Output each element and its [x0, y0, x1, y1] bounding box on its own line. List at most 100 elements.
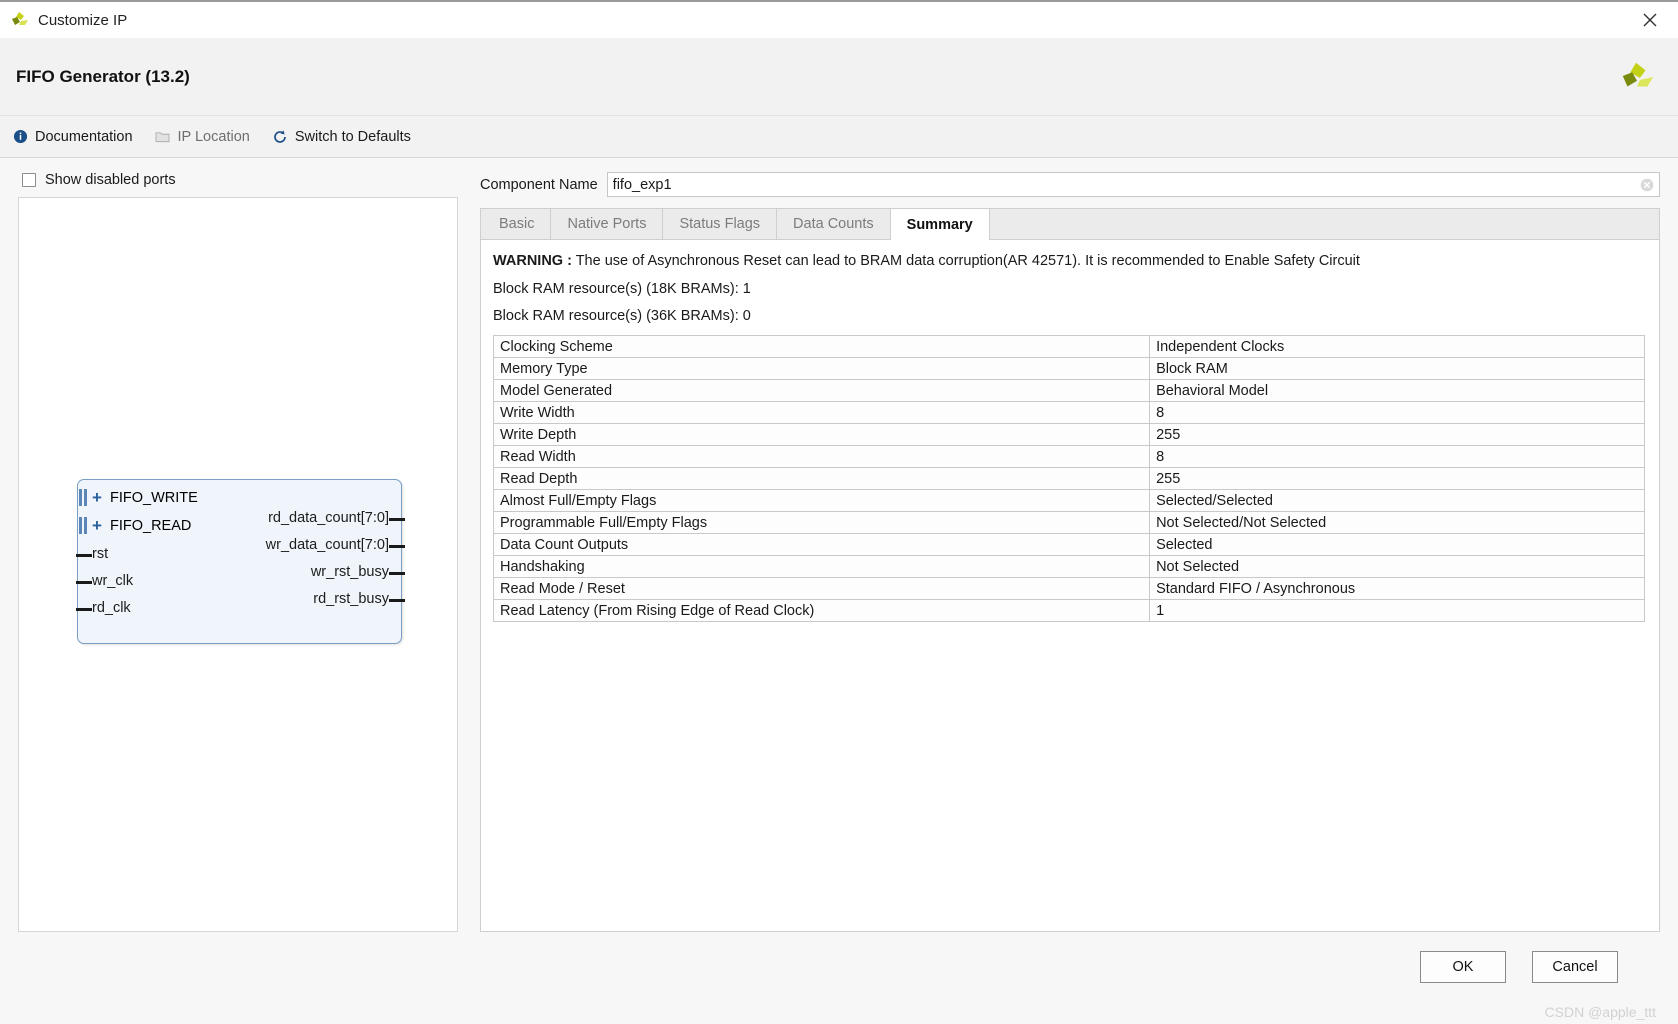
output-port-label: wr_data_count[7:0] [265, 537, 389, 553]
table-row: Programmable Full/Empty Flags Not Select… [492, 511, 1645, 535]
tab-data-counts[interactable]: Data Counts [777, 209, 891, 239]
summary-key: Model Generated [492, 379, 1151, 403]
output-port-wr-rst-busy: wr_rst_busy [311, 564, 405, 580]
cancel-button[interactable]: Cancel [1532, 951, 1618, 983]
component-name-label: Component Name [480, 176, 598, 193]
summary-key: Read Width [492, 445, 1151, 469]
bus-port-fifo-read[interactable]: + FIFO_READ [79, 517, 192, 534]
show-disabled-ports-label: Show disabled ports [45, 172, 176, 188]
table-row: Clocking Scheme Independent Clocks [492, 335, 1645, 359]
checkbox-box [22, 173, 36, 187]
summary-value: Independent Clocks [1149, 335, 1645, 359]
summary-table: Clocking Scheme Independent Clocks Memor… [492, 335, 1645, 623]
summary-key: Write Depth [492, 423, 1151, 447]
summary-value: 1 [1149, 599, 1645, 623]
show-disabled-ports-checkbox[interactable]: Show disabled ports [18, 172, 458, 188]
input-port-label: rst [92, 546, 109, 562]
customize-ip-dialog: Customize IP FIFO Generator (13.2) Docum… [0, 0, 1678, 1024]
folder-icon [155, 129, 171, 145]
ip-header: FIFO Generator (13.2) [0, 38, 1678, 116]
tab-basic[interactable]: Basic [483, 209, 552, 239]
bus-port-label: FIFO_WRITE [110, 489, 198, 506]
close-icon[interactable] [1630, 2, 1670, 38]
table-row: Read Latency (From Rising Edge of Read C… [492, 599, 1645, 623]
table-row: Memory Type Block RAM [492, 357, 1645, 381]
pin-stub [76, 581, 92, 584]
expand-plus-icon[interactable]: + [92, 489, 105, 506]
summary-key: Clocking Scheme [492, 335, 1151, 359]
summary-value: Selected [1149, 533, 1645, 557]
summary-value: Block RAM [1149, 357, 1645, 381]
bus-port-fifo-write[interactable]: + FIFO_WRITE [79, 489, 198, 506]
warning-prefix: WARNING : [493, 253, 572, 269]
output-port-rd-data-count: rd_data_count[7:0] [268, 510, 405, 526]
input-port-label: wr_clk [92, 573, 134, 589]
summary-value: 255 [1149, 423, 1645, 447]
tab-native-ports[interactable]: Native Ports [551, 209, 664, 239]
table-row: Data Count Outputs Selected [492, 533, 1645, 557]
input-port-wr-clk: wr_clk [76, 573, 134, 589]
summary-key: Read Mode / Reset [492, 577, 1151, 601]
dialog-footer: OK Cancel CSDN @apple_ttt [0, 932, 1678, 1024]
summary-key: Programmable Full/Empty Flags [492, 511, 1151, 535]
expand-plus-icon[interactable]: + [92, 517, 105, 534]
table-row: Read Mode / Reset Standard FIFO / Asynch… [492, 577, 1645, 601]
ok-button[interactable]: OK [1420, 951, 1506, 983]
switch-to-defaults-link[interactable]: Switch to Defaults [270, 127, 413, 147]
component-name-row: Component Name [480, 172, 1660, 197]
symbol-canvas: + FIFO_WRITE + FIFO_READ rst wr_clk rd_c… [18, 197, 458, 932]
input-port-label: rd_clk [92, 600, 131, 616]
summary-value: Not Selected [1149, 555, 1645, 579]
output-port-label: rd_data_count[7:0] [268, 510, 389, 526]
summary-tab-content: WARNING : The use of Asynchronous Reset … [480, 239, 1660, 932]
ip-location-link[interactable]: IP Location [153, 127, 252, 147]
xilinx-logo-icon [1618, 58, 1656, 96]
table-row: Read Width 8 [492, 445, 1645, 469]
clear-circle-icon[interactable] [1640, 178, 1654, 192]
output-port-wr-data-count: wr_data_count[7:0] [265, 537, 405, 553]
summary-value: 255 [1149, 467, 1645, 491]
table-row: Write Width 8 [492, 401, 1645, 425]
component-name-input-wrap [606, 172, 1660, 197]
summary-value: Selected/Selected [1149, 489, 1645, 513]
ip-symbol-panel: Show disabled ports + FIFO_WRITE + FIFO_… [18, 172, 458, 932]
tab-summary[interactable]: Summary [890, 209, 990, 240]
table-row: Almost Full/Empty Flags Selected/Selecte… [492, 489, 1645, 513]
xilinx-logo-icon [10, 10, 30, 30]
summary-value: Not Selected/Not Selected [1149, 511, 1645, 535]
pin-stub [389, 599, 405, 602]
tab-status-flags[interactable]: Status Flags [663, 209, 778, 239]
summary-key: Handshaking [492, 555, 1151, 579]
documentation-link[interactable]: Documentation [10, 127, 135, 147]
switch-to-defaults-label: Switch to Defaults [294, 128, 411, 145]
ip-block-symbol: + FIFO_WRITE + FIFO_READ rst wr_clk rd_c… [76, 479, 405, 644]
config-tabs: Basic Native Ports Status Flags Data Cou… [480, 208, 1660, 932]
table-row: Model Generated Behavioral Model [492, 379, 1645, 403]
watermark: CSDN @apple_ttt [1544, 1004, 1656, 1020]
refresh-icon [272, 129, 288, 145]
summary-key: Read Depth [492, 467, 1151, 491]
ip-location-label: IP Location [177, 128, 250, 145]
page-title: FIFO Generator (13.2) [16, 66, 190, 86]
summary-value: Standard FIFO / Asynchronous [1149, 577, 1645, 601]
table-row: Handshaking Not Selected [492, 555, 1645, 579]
output-port-label: rd_rst_busy [313, 591, 389, 607]
pin-stub [389, 518, 405, 521]
summary-key: Almost Full/Empty Flags [492, 489, 1151, 513]
pin-stub [76, 554, 92, 557]
summary-value: 8 [1149, 445, 1645, 469]
input-port-rst: rst [76, 546, 109, 562]
info-icon [12, 129, 28, 145]
pin-stub [76, 608, 92, 611]
component-name-input[interactable] [606, 172, 1660, 197]
bus-connector-icon [79, 489, 88, 506]
warning-text: The use of Asynchronous Reset can lead t… [571, 253, 1360, 269]
window-title: Customize IP [38, 11, 128, 29]
table-row: Read Depth 255 [492, 467, 1645, 491]
tab-strip: Basic Native Ports Status Flags Data Cou… [480, 208, 1660, 240]
documentation-label: Documentation [35, 128, 133, 145]
bus-port-label: FIFO_READ [110, 517, 192, 534]
summary-key: Read Latency (From Rising Edge of Read C… [492, 599, 1151, 623]
output-port-rd-rst-busy: rd_rst_busy [313, 591, 405, 607]
dialog-body: Show disabled ports + FIFO_WRITE + FIFO_… [0, 158, 1678, 932]
